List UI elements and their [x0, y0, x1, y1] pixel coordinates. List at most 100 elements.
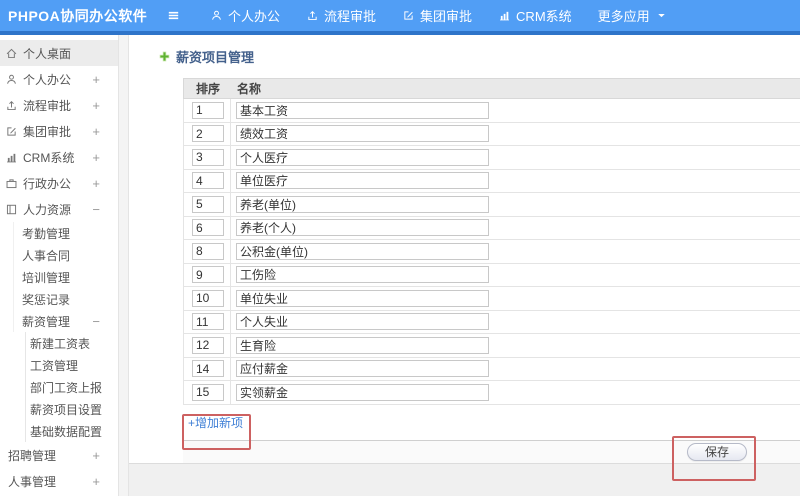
sidebar-item[interactable]: 行政办公 +	[0, 170, 118, 196]
order-input[interactable]	[192, 289, 224, 307]
sidebar-item[interactable]: 人力资源 −	[0, 196, 118, 222]
sidebar-item[interactable]: 人事合同	[0, 244, 118, 266]
flow-icon	[306, 9, 319, 22]
sidebar-item[interactable]: 培训管理	[0, 266, 118, 288]
name-input[interactable]	[236, 101, 489, 119]
add-row: +增加新项	[183, 404, 800, 441]
save-button[interactable]: 保存	[687, 442, 747, 461]
table-footer: 保存	[183, 440, 800, 463]
name-input[interactable]	[236, 219, 489, 237]
sidebar-item[interactable]: 部门工资上报	[0, 376, 118, 398]
name-input[interactable]	[236, 383, 489, 401]
expand-icon[interactable]: +	[92, 98, 100, 113]
table-row	[183, 146, 800, 170]
order-input[interactable]	[192, 101, 224, 119]
app-logo: PHPOA协同办公软件	[8, 7, 148, 24]
table-row	[183, 381, 800, 405]
nav-item-label: 更多应用	[597, 9, 650, 24]
order-input[interactable]	[192, 195, 224, 213]
nav-item[interactable]: 个人办公	[197, 6, 293, 25]
sidebar-menu: 个人桌面 个人办公 + 流程审批 + 集团审批 + CRM系统 + 行政办公 + 人力资源 − 考勤管理人…	[0, 35, 118, 494]
name-input[interactable]	[236, 266, 489, 284]
name-input[interactable]	[236, 360, 489, 378]
expand-icon[interactable]: +	[92, 474, 100, 489]
sidebar-item[interactable]: 新建工资表	[0, 332, 118, 354]
add-icon	[158, 50, 171, 63]
sidebar-item-label: 人事管理	[8, 474, 57, 489]
hr-icon	[5, 203, 18, 216]
sidebar-item-label: 个人办公	[23, 72, 72, 87]
sidebar-item[interactable]: 奖惩记录	[0, 288, 118, 310]
name-input[interactable]	[236, 172, 489, 190]
name-input[interactable]	[236, 195, 489, 213]
table-row	[183, 334, 800, 358]
column-header-order: 排序	[196, 82, 221, 96]
order-input[interactable]	[192, 266, 224, 284]
expand-icon[interactable]: +	[92, 176, 100, 191]
sidebar-item[interactable]: 集团审批 +	[0, 118, 118, 144]
order-input[interactable]	[192, 219, 224, 237]
sidebar: 个人桌面 个人办公 + 流程审批 + 集团审批 + CRM系统 + 行政办公 + 人力资源 − 考勤管理人…	[0, 35, 118, 496]
expand-icon[interactable]: +	[92, 150, 100, 165]
name-input[interactable]	[236, 242, 489, 260]
sidebar-item-label: 流程审批	[23, 98, 72, 113]
order-input[interactable]	[192, 313, 224, 331]
table-header: 排序 名称	[183, 78, 800, 99]
hamburger-icon[interactable]	[163, 6, 183, 26]
nav-item-label: 集团审批	[420, 9, 473, 24]
order-input[interactable]	[192, 242, 224, 260]
sidebar-item-label: 行政办公	[23, 176, 72, 191]
sidebar-item-label: 基础数据配置	[30, 424, 103, 439]
sidebar-item-label: 部门工资上报	[30, 380, 103, 395]
sidebar-item[interactable]: 个人办公 +	[0, 66, 118, 92]
sidebar-item[interactable]: 招聘管理 +	[0, 442, 118, 468]
sidebar-item-label: 人事合同	[22, 248, 71, 263]
sidebar-item-label: 招聘管理	[8, 448, 57, 463]
sidebar-item-label: 新建工资表	[30, 336, 91, 351]
name-input[interactable]	[236, 336, 489, 354]
sidebar-item-label: 奖惩记录	[22, 292, 71, 307]
sidebar-item[interactable]: 流程审批 +	[0, 92, 118, 118]
sidebar-item-label: 考勤管理	[22, 226, 71, 241]
sidebar-item[interactable]: CRM系统 +	[0, 144, 118, 170]
expand-icon[interactable]: +	[92, 448, 100, 463]
sidebar-item-label: 工资管理	[30, 358, 79, 373]
expand-icon[interactable]: +	[92, 72, 100, 87]
nav-item[interactable]: 更多应用	[585, 6, 681, 25]
compose-icon	[5, 125, 18, 138]
app-window: PHPOA协同办公软件 个人办公 流程审批 集团审批 CRM系统 更多应用 个人桌面 个人…	[0, 0, 800, 496]
sidebar-scrollbar[interactable]	[118, 35, 129, 496]
name-input[interactable]	[236, 289, 489, 307]
caret-down-icon	[655, 9, 668, 22]
name-input[interactable]	[236, 148, 489, 166]
person-icon	[210, 9, 223, 22]
order-input[interactable]	[192, 148, 224, 166]
sidebar-item[interactable]: 薪资管理 −	[0, 310, 118, 332]
order-input[interactable]	[192, 125, 224, 143]
name-input[interactable]	[236, 125, 489, 143]
table-row	[183, 310, 800, 334]
table-row	[183, 122, 800, 146]
sidebar-item[interactable]: 基础数据配置	[0, 420, 118, 442]
order-input[interactable]	[192, 383, 224, 401]
sidebar-item[interactable]: 工资管理	[0, 354, 118, 376]
expand-icon[interactable]: +	[92, 124, 100, 139]
nav-item[interactable]: CRM系统	[485, 6, 585, 25]
nav-item[interactable]: 集团审批	[389, 6, 485, 25]
sidebar-item[interactable]: 考勤管理	[0, 222, 118, 244]
order-input[interactable]	[192, 360, 224, 378]
table-row	[183, 287, 800, 311]
nav-item[interactable]: 流程审批	[293, 6, 389, 25]
sidebar-item-label: 集团审批	[23, 124, 72, 139]
collapse-icon[interactable]: −	[92, 202, 100, 217]
order-input[interactable]	[192, 172, 224, 190]
sidebar-item[interactable]: 人事管理 +	[0, 468, 118, 494]
nav-item-label: 流程审批	[324, 9, 377, 24]
collapse-icon[interactable]: −	[92, 314, 100, 329]
sidebar-item[interactable]: 薪资项目设置	[0, 398, 118, 420]
name-input[interactable]	[236, 313, 489, 331]
order-input[interactable]	[192, 336, 224, 354]
sidebar-item[interactable]: 个人桌面	[0, 40, 118, 66]
table-row	[183, 216, 800, 240]
add-item-link[interactable]: +增加新项	[188, 414, 243, 431]
